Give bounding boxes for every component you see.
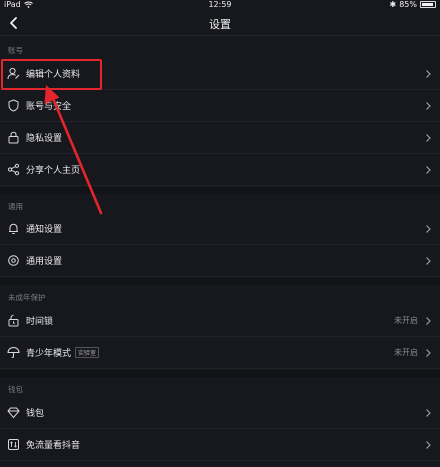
row-privacy-settings[interactable]: 隐私设置: [0, 122, 440, 154]
time-lock-icon: [8, 314, 19, 327]
chevron-right-icon: [426, 225, 431, 233]
row-label: 通知设置: [26, 225, 63, 235]
section-header-minor-protection: 未成年保护: [8, 293, 46, 302]
highlight-box: [1, 59, 102, 90]
row-free-traffic[interactable]: 免流量看抖音: [0, 429, 440, 461]
nav-bar: 设置: [0, 10, 440, 36]
chevron-right-icon: [426, 441, 431, 449]
row-label: 通用设置: [26, 257, 63, 267]
row-label: 钱包: [26, 409, 45, 419]
section-header-wallet: 钱包: [8, 385, 23, 394]
chevron-right-icon: [426, 349, 431, 357]
chevron-right-icon: [426, 257, 431, 265]
battery-percent: 85%: [399, 0, 417, 9]
row-value: 未开启: [394, 348, 418, 357]
chevron-right-icon: [426, 409, 431, 417]
row-general-settings[interactable]: 通用设置: [0, 245, 440, 277]
row-label: 分享个人主页: [26, 166, 81, 176]
section-header-account: 账号: [8, 46, 23, 55]
chevron-right-icon: [426, 102, 431, 110]
chevron-right-icon: [426, 317, 431, 325]
share-icon: [7, 163, 20, 176]
lock-icon: [8, 131, 19, 144]
section-divider: [0, 278, 440, 285]
chevron-right-icon: [426, 70, 431, 78]
row-label: 时间锁: [26, 317, 54, 327]
bluetooth-icon: ✱: [389, 0, 397, 9]
teen-mode-label: 青少年模式: [26, 349, 72, 359]
battery-icon: [420, 1, 436, 8]
row-wallet[interactable]: 钱包: [0, 397, 440, 429]
row-teen-mode[interactable]: 青少年模式 实验室 未开启: [0, 337, 440, 369]
page-title: 设置: [209, 18, 231, 31]
lab-badge: 实验室: [75, 347, 100, 358]
row-share-profile[interactable]: 分享个人主页: [0, 154, 440, 186]
row-value: 未开启: [394, 316, 418, 325]
chevron-right-icon: [426, 134, 431, 142]
section-divider: [0, 370, 440, 377]
row-label: 免流量看抖音: [26, 441, 81, 451]
row-label: 隐私设置: [26, 134, 63, 144]
gear-icon: [8, 255, 19, 266]
chevron-right-icon: [426, 166, 431, 174]
row-notification-settings[interactable]: 通知设置: [0, 213, 440, 245]
status-bar: iPad 12:59 ✱ 85%: [0, 0, 440, 10]
shield-icon: [8, 99, 19, 112]
row-time-lock[interactable]: 时间锁 未开启: [0, 305, 440, 337]
row-account-security[interactable]: 账号与安全: [0, 90, 440, 122]
umbrella-icon: [7, 346, 20, 359]
section-divider: [0, 187, 440, 194]
row-label: 青少年模式 实验室: [26, 346, 100, 359]
traffic-icon: [8, 439, 19, 450]
section-header-general: 通用: [8, 202, 23, 211]
row-label: 账号与安全: [26, 102, 72, 112]
bell-icon: [9, 223, 18, 234]
diamond-icon: [7, 407, 20, 419]
clock: 12:59: [208, 0, 232, 9]
